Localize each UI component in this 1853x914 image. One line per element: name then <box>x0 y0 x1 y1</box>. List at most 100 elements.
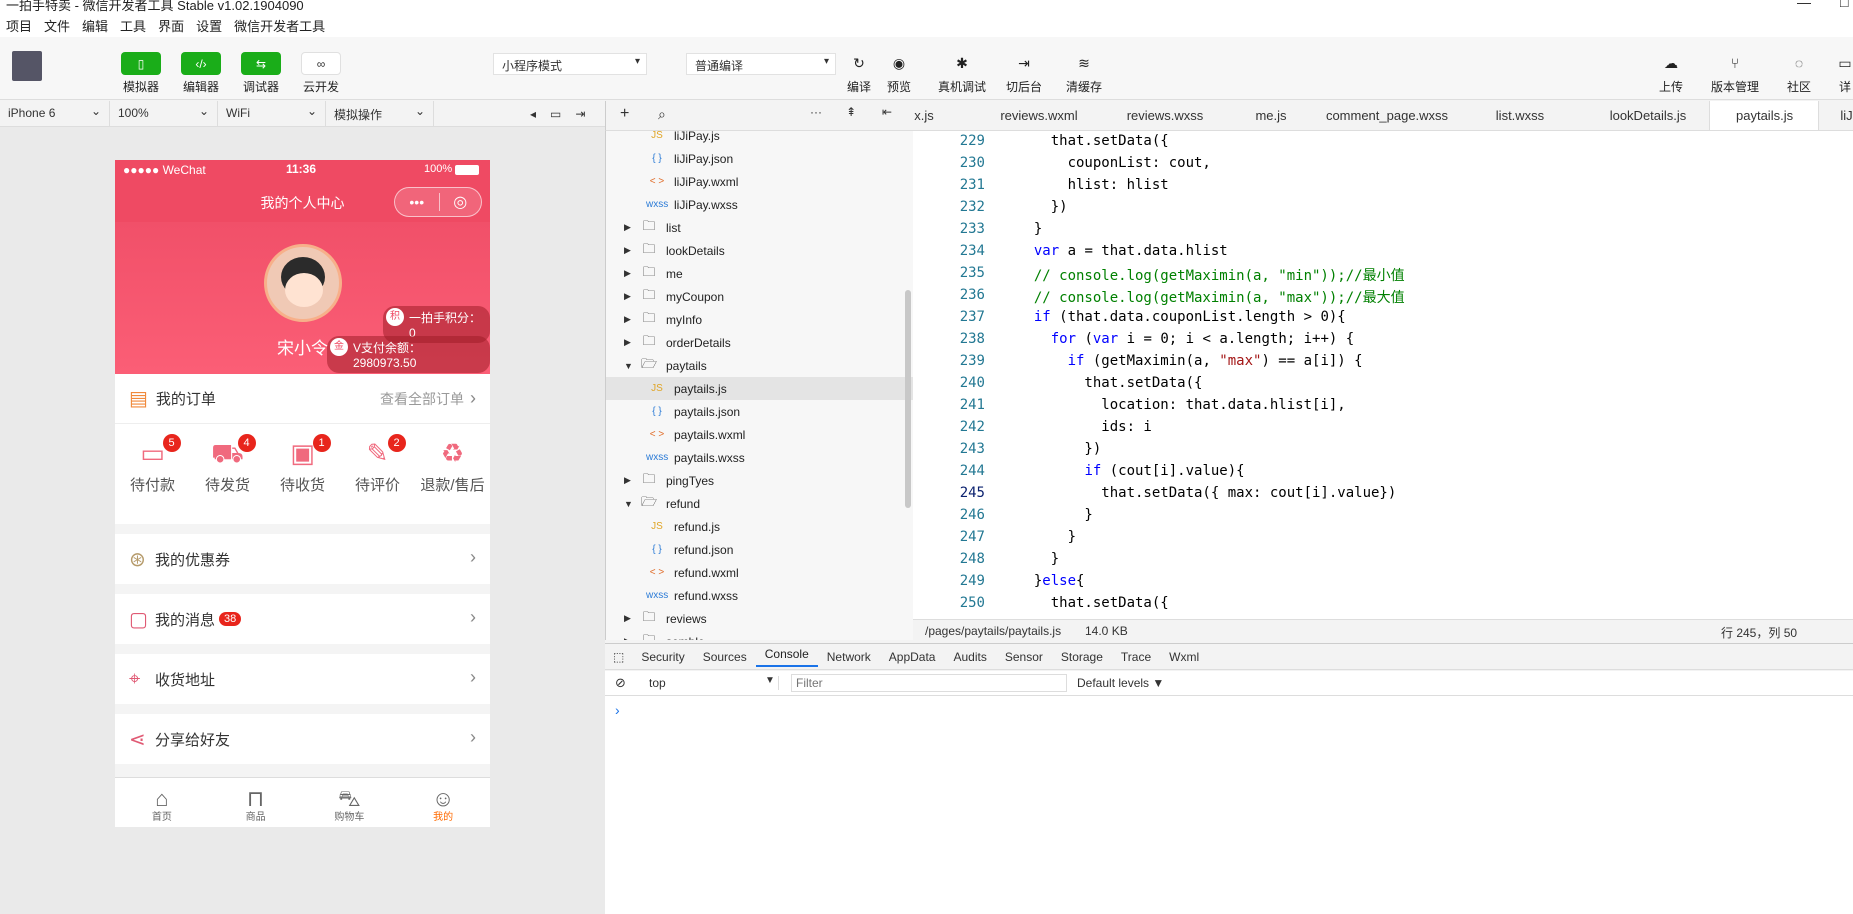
console-output[interactable]: › <box>605 696 1853 914</box>
simulate-ops-select[interactable]: 模拟操作 <box>326 100 434 127</box>
messages-row[interactable]: ▢ 我的消息 38 › <box>115 594 490 644</box>
cloud-dev-button[interactable]: ∞ 云开发 <box>293 52 349 95</box>
editor-tab[interactable]: list.wxss <box>1460 101 1580 130</box>
clear-cache-button[interactable]: ≋ 清缓存 <box>1064 52 1104 95</box>
explorer-file[interactable]: { } paytails.json <box>646 400 913 423</box>
code-line[interactable]: }) <box>1017 199 1068 215</box>
mode-select[interactable]: 小程序模式 <box>493 53 647 75</box>
search-icon[interactable]: ⌕ <box>658 106 666 123</box>
devtab-trace[interactable]: Trace <box>1112 650 1160 664</box>
code-line[interactable]: location: that.data.hlist[i], <box>1017 397 1345 413</box>
order-item-pending-receive[interactable]: ▣ 1 待收货 <box>265 434 340 495</box>
user-avatar[interactable] <box>12 51 42 81</box>
explorer-file[interactable]: JS paytails.js <box>606 377 913 400</box>
menu-item-project[interactable]: 项目 <box>6 16 32 35</box>
code-editor[interactable]: 229 that.setData({230 couponList: cout, 2… <box>913 131 1853 619</box>
devtab-console[interactable]: Console <box>755 647 818 667</box>
menu-item-wechat-devtools[interactable]: 微信开发者工具 <box>234 16 325 35</box>
remote-debug-button[interactable]: ✱ 真机调试 <box>936 52 988 95</box>
order-item-pending-pay[interactable]: ▭ 5 待付款 <box>115 434 190 495</box>
code-line[interactable]: if (cout[i].value){ <box>1017 463 1244 479</box>
detach-icon[interactable]: ⇥ <box>575 107 585 121</box>
compile-mode-select[interactable]: 普通编译 <box>686 53 836 75</box>
more-icon[interactable]: ··· <box>810 105 822 119</box>
menu-item-view[interactable]: 界面 <box>158 16 184 35</box>
expanded-arrow-icon[interactable]: ▼ <box>624 361 638 371</box>
code-line[interactable]: that.setData({ <box>1017 133 1169 149</box>
code-line[interactable]: // console.log(getMaximin(a, "min"));//最… <box>1017 265 1405 285</box>
editor-tab[interactable]: reviews.wxml <box>979 101 1099 130</box>
explorer-file[interactable]: < > refund.wxml <box>646 561 913 584</box>
code-line[interactable]: if (getMaximin(a, "max") == a[i]) { <box>1017 353 1363 369</box>
explorer-folder[interactable]: ▼ 🗁 refund <box>624 492 913 515</box>
code-line[interactable]: } <box>1017 507 1092 523</box>
levels-select[interactable]: Default levels ▼ <box>1077 676 1164 690</box>
editor-tab[interactable]: x.js <box>913 101 935 130</box>
editor-button[interactable]: ‹/› 编辑器 <box>173 52 229 95</box>
devtab-audits[interactable]: Audits <box>944 650 995 664</box>
code-line[interactable]: }) <box>1017 441 1101 457</box>
window-icon[interactable]: ▭ <box>550 107 561 121</box>
preview-button[interactable]: ◉ 预览 <box>884 52 914 95</box>
inspect-icon[interactable]: ⬚ <box>605 650 632 664</box>
network-select[interactable]: WiFi <box>218 100 326 127</box>
add-icon[interactable]: + <box>620 105 629 123</box>
explorer-folder[interactable]: ▶ 🗀 semble <box>624 630 913 641</box>
address-row[interactable]: ⌖ 收货地址 › <box>115 654 490 704</box>
volume-icon[interactable]: ◂ <box>530 107 536 121</box>
tab-home[interactable]: ⌂ 首页 <box>115 778 209 827</box>
tab-me[interactable]: ☺ 我的 <box>396 778 490 827</box>
explorer-file[interactable]: { } refund.json <box>646 538 913 561</box>
coupons-row[interactable]: ⊛ 我的优惠券 › <box>115 534 490 584</box>
upload-button[interactable]: ☁ 上传 <box>1656 52 1686 95</box>
devtab-network[interactable]: Network <box>818 650 880 664</box>
close-mini-icon[interactable]: ◎ <box>439 192 481 212</box>
collapsed-arrow-icon[interactable]: ▶ <box>624 222 638 233</box>
devtab-wxml[interactable]: Wxml <box>1160 650 1208 664</box>
order-item-pending-ship[interactable]: ⛟ 4 待发货 <box>190 434 265 495</box>
collapsed-arrow-icon[interactable]: ▶ <box>624 268 638 279</box>
community-button[interactable]: ◌ 社区 <box>1784 52 1814 95</box>
code-line[interactable]: } <box>1017 551 1059 567</box>
explorer-folder[interactable]: ▶ 🗀 orderDetails <box>624 331 913 354</box>
code-line[interactable]: for (var i = 0; i < a.length; i++) { <box>1017 331 1354 347</box>
code-line[interactable]: if (that.data.couponList.length > 0){ <box>1017 309 1346 325</box>
code-line[interactable]: that.setData({ <box>1017 595 1169 611</box>
devtab-sources[interactable]: Sources <box>694 650 756 664</box>
editor-tab[interactable]: liJi <box>1833 101 1853 130</box>
explorer-file[interactable]: wxss liJiPay.wxss <box>646 193 913 216</box>
menu-item-file[interactable]: 文件 <box>44 16 70 35</box>
explorer-file[interactable]: wxss paytails.wxss <box>646 446 913 469</box>
collapsed-arrow-icon[interactable]: ▶ <box>624 337 638 348</box>
code-line[interactable]: // console.log(getMaximin(a, "max"));//最… <box>1017 287 1405 307</box>
code-line[interactable]: hlist: hlist <box>1017 177 1169 193</box>
menu-item-settings[interactable]: 设置 <box>196 16 222 35</box>
code-line[interactable]: } <box>1017 221 1042 237</box>
explorer-folder[interactable]: ▼ 🗁 paytails <box>624 354 913 377</box>
editor-tab[interactable]: paytails.js ✕ <box>1709 101 1819 130</box>
collapsed-arrow-icon[interactable]: ▶ <box>624 314 638 325</box>
device-select[interactable]: iPhone 6 <box>0 100 110 127</box>
devtab-storage[interactable]: Storage <box>1052 650 1112 664</box>
explorer-folder[interactable]: ▶ 🗀 me <box>624 262 913 285</box>
menu-item-edit[interactable]: 编辑 <box>82 16 108 35</box>
code-line[interactable]: var a = that.data.hlist <box>1017 243 1228 259</box>
code-line[interactable]: couponList: cout, <box>1017 155 1211 171</box>
menu-item-tools[interactable]: 工具 <box>120 16 146 35</box>
editor-tab[interactable]: lookDetails.js <box>1598 101 1698 130</box>
editor-tab[interactable]: reviews.wxss <box>1109 101 1221 130</box>
explorer-file[interactable]: JS refund.js <box>646 515 913 538</box>
explorer-folder[interactable]: ▶ 🗀 pingTyes <box>624 469 913 492</box>
orders-all-link[interactable]: 查看全部订单 <box>380 389 464 409</box>
compile-button[interactable]: ↻ 编译 <box>844 52 874 95</box>
collapsed-arrow-icon[interactable]: ▶ <box>624 245 638 256</box>
zoom-select[interactable]: 100% <box>110 100 218 127</box>
debugger-button[interactable]: ⇆ 调试器 <box>233 52 289 95</box>
order-item-pending-review[interactable]: ✎ 2 待评价 <box>340 434 415 495</box>
simulator-button[interactable]: ▯ 模拟器 <box>113 52 169 95</box>
more-dots-icon[interactable]: ••• <box>395 194 439 210</box>
hide-panel-icon[interactable]: ⇤ <box>882 105 892 119</box>
explorer-folder[interactable]: ▶ 🗀 reviews <box>624 607 913 630</box>
explorer-file[interactable]: wxss refund.wxss <box>646 584 913 607</box>
explorer-folder[interactable]: ▶ 🗀 myInfo <box>624 308 913 331</box>
